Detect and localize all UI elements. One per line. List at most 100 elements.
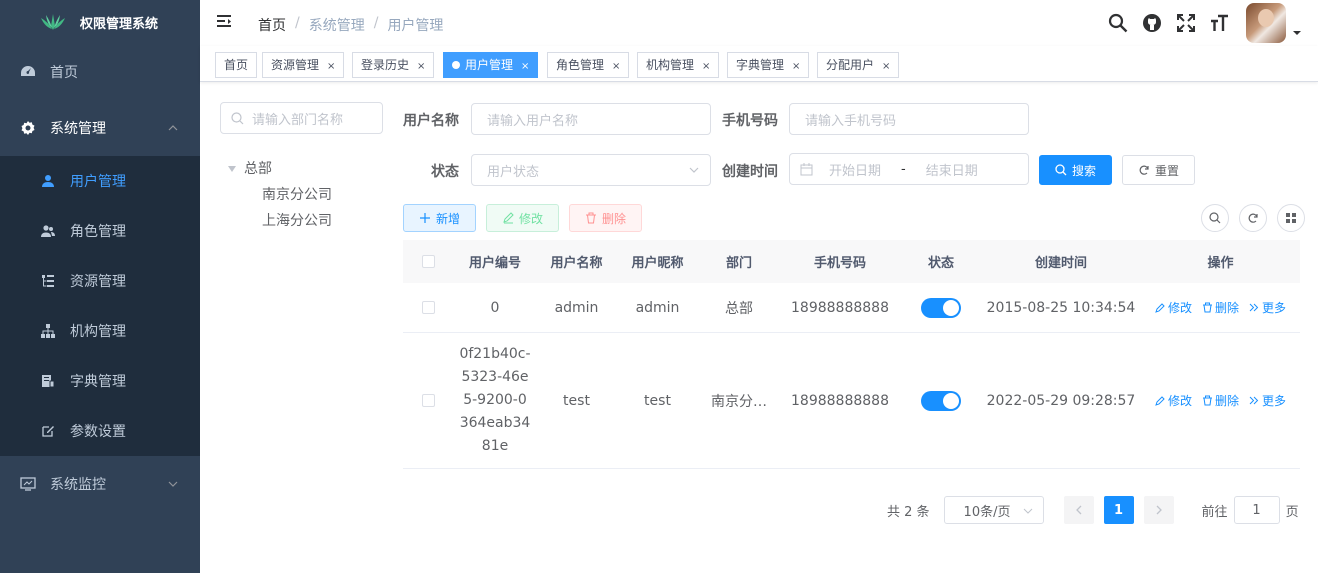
sidebar-item-org[interactable]: 机构管理 — [0, 306, 200, 356]
sidebar-item-param[interactable]: 参数设置 — [0, 406, 200, 456]
close-icon[interactable]: × — [417, 61, 425, 72]
dept-search-input[interactable]: 请输入部门名称 — [220, 102, 383, 134]
tag-user[interactable]: 用户管理 × — [443, 52, 539, 78]
date-range-picker[interactable]: 开始日期 - 结束日期 — [789, 153, 1029, 185]
tag-label: 资源管理 — [271, 58, 320, 72]
columns-button[interactable] — [1277, 204, 1305, 232]
menu-home[interactable]: 首页 — [0, 44, 200, 100]
edit-icon — [1155, 303, 1165, 313]
breadcrumb-separator: / — [295, 15, 300, 31]
tree-node[interactable]: 南京分公司 — [228, 182, 332, 208]
tree-node[interactable]: 上海分公司 — [228, 208, 332, 234]
username-placeholder: 请输入用户名称 — [487, 113, 579, 129]
system-submenu: 用户管理 角色管理 资源管理 机构管理 字典管理 参数设置 — [0, 156, 200, 456]
close-icon[interactable]: × — [327, 61, 335, 72]
close-icon[interactable]: × — [792, 61, 800, 72]
menu-monitor[interactable]: 系统监控 — [0, 456, 200, 512]
menu-system[interactable]: 系统管理 — [0, 100, 200, 156]
next-page-button[interactable] — [1143, 496, 1174, 524]
edit-button[interactable]: 修改 — [486, 204, 559, 232]
chevron-left-icon — [1075, 505, 1082, 515]
sidebar-item-resource[interactable]: 资源管理 — [0, 256, 200, 306]
edit-icon — [40, 423, 56, 439]
goto-page-input[interactable]: 1 — [1233, 496, 1280, 524]
cell-phone: 18988888888 — [791, 392, 889, 409]
hamburger-icon[interactable] — [216, 13, 234, 31]
menu-monitor-label: 系统监控 — [50, 477, 106, 493]
toggle-search-button[interactable] — [1201, 204, 1229, 232]
add-button[interactable]: 新增 — [403, 204, 476, 232]
select-all-checkbox[interactable] — [421, 255, 435, 268]
prev-page-button[interactable] — [1063, 496, 1094, 524]
cell-created: 2022-05-29 09:28:57 — [986, 392, 1136, 409]
monitor-icon — [20, 476, 36, 492]
dept-tree: 总部 南京分公司 上海分公司 — [228, 156, 332, 234]
dict-icon — [40, 373, 56, 389]
tag-label: 字典管理 — [736, 58, 785, 72]
close-icon[interactable]: × — [612, 61, 620, 72]
reset-button[interactable]: 重置 — [1122, 155, 1195, 185]
sidebar-item-dict[interactable]: 字典管理 — [0, 356, 200, 406]
app-logo[interactable]: 权限管理系统 — [0, 0, 200, 44]
table-row[interactable]: 0f21b40c- 5323-46e 5-9200-0 364eab34 81e… — [403, 333, 1300, 469]
tag-home[interactable]: 首页 — [215, 52, 258, 78]
row-edit-link[interactable]: 修改 — [1155, 392, 1192, 409]
search-icon[interactable] — [1108, 13, 1128, 33]
row-checkbox[interactable] — [421, 301, 435, 314]
user-icon — [40, 173, 56, 189]
column-header: 创建时间 — [1034, 256, 1087, 271]
github-icon[interactable] — [1142, 13, 1162, 33]
tag-resource[interactable]: 资源管理 × — [262, 52, 345, 78]
avatar[interactable] — [1246, 3, 1286, 43]
tree-node-root[interactable]: 总部 — [228, 156, 332, 182]
delete-icon — [585, 212, 596, 224]
status-switch[interactable] — [921, 390, 961, 411]
page-unit-label: 页 — [1285, 504, 1299, 520]
page-number[interactable]: 1 — [1103, 496, 1134, 524]
caret-down-icon[interactable] — [1292, 28, 1302, 38]
peoples-icon — [40, 223, 56, 239]
end-date-placeholder[interactable]: 结束日期 — [926, 160, 978, 179]
sidebar-item-role[interactable]: 角色管理 — [0, 206, 200, 256]
row-checkbox[interactable] — [421, 394, 435, 407]
status-select[interactable]: 用户状态 — [471, 154, 711, 186]
phone-input[interactable]: 请输入手机号码 — [789, 103, 1029, 135]
row-more-label: 更多 — [1262, 301, 1287, 315]
table-row[interactable]: 0 admin admin 总部 18988888888 2015-08-25 … — [403, 283, 1300, 333]
double-right-icon — [1249, 396, 1259, 405]
fullscreen-icon[interactable] — [1176, 13, 1196, 33]
search-button[interactable]: 搜索 — [1039, 155, 1112, 185]
close-icon[interactable]: × — [521, 61, 529, 72]
phone-placeholder: 请输入手机号码 — [805, 113, 897, 129]
start-date-placeholder[interactable]: 开始日期 — [829, 160, 881, 179]
edit-icon — [503, 212, 514, 224]
tag-org[interactable]: 机构管理 × — [637, 52, 720, 78]
breadcrumb-item[interactable]: 首页 — [258, 15, 286, 35]
calendar-icon — [800, 162, 813, 175]
status-switch[interactable] — [921, 297, 961, 318]
font-size-icon[interactable] — [1210, 13, 1230, 33]
row-delete-link[interactable]: 删除 — [1202, 392, 1239, 409]
row-delete-link[interactable]: 删除 — [1202, 299, 1239, 316]
close-icon[interactable]: × — [702, 61, 710, 72]
sidebar-item-user[interactable]: 用户管理 — [0, 156, 200, 206]
expand-icon[interactable] — [228, 166, 236, 172]
close-icon[interactable]: × — [882, 61, 890, 72]
row-edit-link[interactable]: 修改 — [1155, 299, 1192, 316]
row-delete-label: 删除 — [1214, 394, 1239, 408]
username-input[interactable]: 请输入用户名称 — [471, 103, 711, 135]
tag-assign-user[interactable]: 分配用户 × — [817, 52, 900, 78]
row-edit-label: 修改 — [1167, 301, 1192, 315]
gear-icon — [20, 120, 36, 136]
page-size-select[interactable]: 10条/页 — [943, 496, 1044, 524]
tag-role[interactable]: 角色管理 × — [547, 52, 630, 78]
created-label: 创建时间 — [722, 164, 778, 180]
refresh-button[interactable] — [1239, 204, 1267, 232]
tag-dict[interactable]: 字典管理 × — [727, 52, 810, 78]
breadcrumb-item: 用户管理 — [387, 18, 444, 34]
row-more-link[interactable]: 更多 — [1249, 299, 1286, 316]
row-more-link[interactable]: 更多 — [1249, 392, 1286, 409]
delete-button[interactable]: 删除 — [569, 204, 642, 232]
tag-login-history[interactable]: 登录历史 × — [352, 52, 435, 78]
status-placeholder: 用户状态 — [487, 164, 540, 180]
